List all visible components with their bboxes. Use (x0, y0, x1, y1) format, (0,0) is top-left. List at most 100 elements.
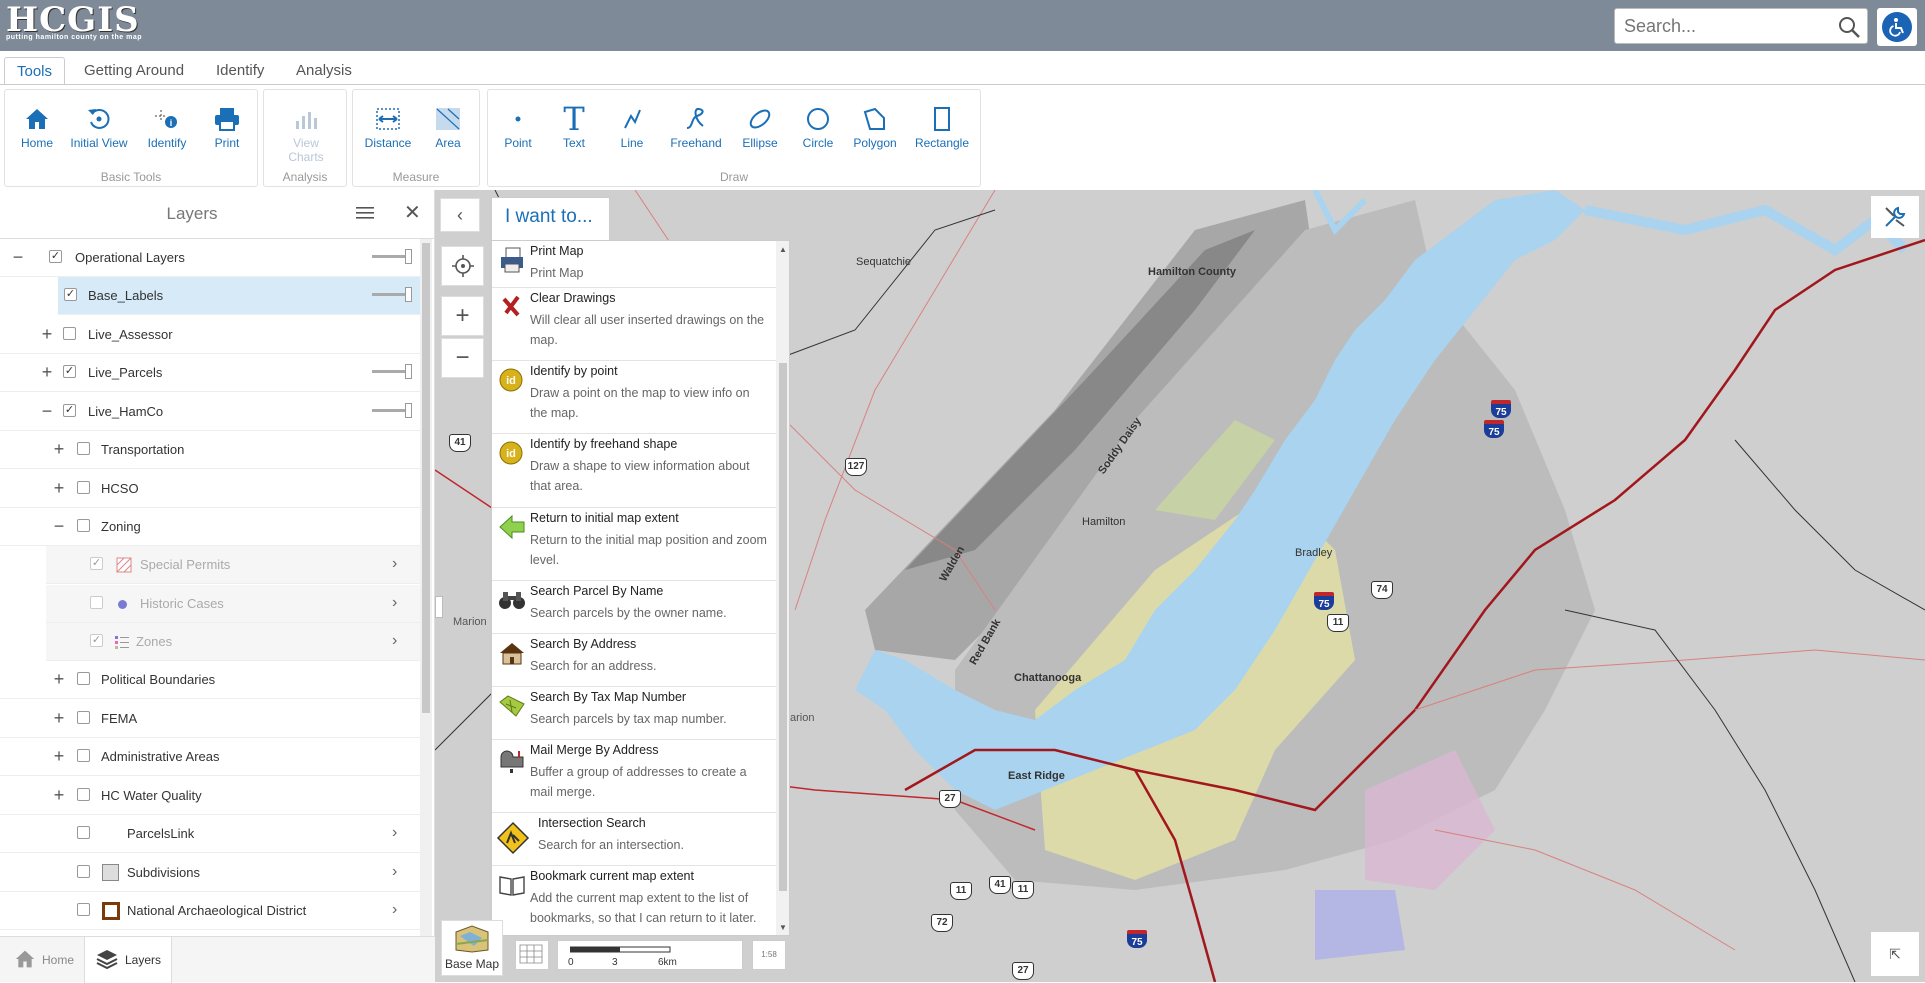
layer-checkbox[interactable]: ✓ (49, 250, 62, 263)
layer-row-operational-layers[interactable]: − ✓ Operational Layers (0, 239, 420, 277)
tab-identify[interactable]: Identify (204, 57, 276, 85)
expand-icon[interactable]: + (52, 670, 66, 688)
layer-checkbox[interactable] (77, 749, 90, 762)
zoom-out-button[interactable]: − (441, 338, 484, 378)
i-want-to-tab[interactable]: I want to... (491, 197, 610, 241)
layer-row-subdivisions[interactable]: Subdivisions › (0, 854, 420, 892)
map-tools-button[interactable] (1871, 196, 1919, 238)
accessibility-button[interactable] (1877, 8, 1917, 46)
layer-row-live-hamco[interactable]: − ✓ Live_HamCo (0, 393, 420, 431)
layer-row-transportation[interactable]: + Transportation (0, 431, 420, 469)
rectangle-tool[interactable]: Rectangle (912, 102, 972, 150)
polygon-tool[interactable]: Polygon (850, 102, 900, 150)
hcgis-logo[interactable]: HCGIS putting hamilton county on the map (6, 2, 142, 41)
layer-checkbox[interactable] (77, 788, 90, 801)
expand-icon[interactable]: + (40, 363, 54, 381)
iwant-item-return-extent[interactable]: Return to initial map extent Return to t… (492, 508, 776, 581)
opacity-slider-thumb[interactable] (405, 364, 412, 379)
iwant-item-mail-merge[interactable]: Mail Merge By Address Buffer a group of … (492, 740, 776, 813)
layer-checkbox[interactable] (77, 442, 90, 455)
scale-toggle-button[interactable] (515, 940, 549, 970)
zoom-in-button[interactable]: + (441, 296, 484, 336)
layer-row-special-permits[interactable]: ✓ Special Permits › (46, 546, 420, 584)
chevron-right-icon[interactable]: › (392, 863, 397, 881)
identify-tool[interactable]: i Identify (141, 102, 193, 150)
view-charts-tool[interactable]: View Charts (274, 102, 338, 164)
iwant-item-search-tax-map[interactable]: Search By Tax Map Number Search parcels … (492, 687, 776, 740)
basemap-button[interactable]: Base Map (441, 920, 503, 976)
panel-resize-handle[interactable] (435, 596, 443, 618)
search-input[interactable] (1615, 9, 1825, 43)
iwant-scrollbar-thumb[interactable] (779, 363, 787, 891)
opacity-slider[interactable] (372, 364, 412, 379)
layer-row-national-archaeological-district[interactable]: National Archaeological District › (0, 892, 420, 930)
layer-row-hcso[interactable]: + HCSO (0, 470, 420, 508)
layer-checkbox[interactable] (77, 826, 90, 839)
collapse-panel-button[interactable]: ‹ (440, 198, 480, 232)
scale-ratio-box[interactable]: 1:58 (752, 940, 786, 970)
layer-row-hc-water-quality[interactable]: + HC Water Quality (0, 777, 420, 815)
text-tool[interactable]: T Text (554, 100, 594, 150)
collapse-icon[interactable]: − (11, 248, 25, 266)
layer-checkbox[interactable] (77, 481, 90, 494)
layer-checkbox[interactable]: ✓ (90, 634, 103, 647)
opacity-slider[interactable] (372, 249, 412, 264)
layer-row-live-assessor[interactable]: + Live_Assessor (0, 316, 420, 354)
home-tool[interactable]: Home (15, 102, 59, 150)
scroll-down-icon[interactable]: ▼ (779, 923, 787, 932)
search-icon[interactable] (1837, 15, 1861, 39)
layers-scrollbar[interactable] (420, 239, 432, 936)
iwant-item-clear-drawings[interactable]: Clear Drawings Will clear all user inser… (492, 288, 776, 361)
layer-checkbox[interactable]: ✓ (63, 365, 76, 378)
expand-map-button[interactable]: ⇱ (1871, 932, 1919, 976)
layer-checkbox[interactable]: ✓ (64, 288, 77, 301)
opacity-slider-thumb[interactable] (405, 403, 412, 418)
opacity-slider[interactable] (372, 287, 412, 302)
iwant-item-bookmark[interactable]: Bookmark current map extent Add the curr… (492, 866, 776, 935)
expand-icon[interactable]: + (52, 709, 66, 727)
iwant-item-print-map[interactable]: Print Map Print Map (492, 241, 776, 288)
circle-tool[interactable]: Circle (796, 102, 840, 150)
layer-checkbox[interactable] (77, 519, 90, 532)
layer-row-zoning[interactable]: − Zoning (0, 508, 420, 546)
expand-icon[interactable]: + (52, 440, 66, 458)
iwant-item-identify-freehand[interactable]: id Identify by freehand shape Draw a sha… (492, 434, 776, 508)
opacity-slider-thumb[interactable] (405, 287, 412, 302)
layer-checkbox[interactable] (77, 672, 90, 685)
iwant-item-search-parcel-name[interactable]: Search Parcel By Name Search parcels by … (492, 581, 776, 634)
layer-checkbox[interactable] (77, 711, 90, 724)
layer-row-zones[interactable]: ✓ Zones › (46, 623, 420, 661)
layer-checkbox[interactable] (77, 903, 90, 916)
tab-analysis[interactable]: Analysis (284, 57, 364, 85)
chevron-right-icon[interactable]: › (392, 632, 397, 650)
area-tool[interactable]: Area (423, 102, 473, 150)
line-tool[interactable]: Line (612, 102, 652, 150)
layer-checkbox[interactable] (90, 596, 103, 609)
locate-button[interactable] (441, 246, 484, 286)
layer-checkbox[interactable] (63, 327, 76, 340)
iwant-item-identify-point[interactable]: id Identify by point Draw a point on the… (492, 361, 776, 434)
chevron-right-icon[interactable]: › (392, 901, 397, 919)
chevron-right-icon[interactable]: › (392, 824, 397, 842)
tab-getting-around[interactable]: Getting Around (72, 57, 196, 85)
chevron-right-icon[interactable]: › (392, 555, 397, 573)
scroll-up-icon[interactable]: ▲ (779, 245, 787, 254)
iwant-item-search-address[interactable]: Search By Address Search for an address. (492, 634, 776, 687)
print-tool[interactable]: Print (207, 102, 247, 150)
collapse-icon[interactable]: − (52, 517, 66, 535)
layers-scrollbar-thumb[interactable] (422, 243, 430, 713)
layer-row-parcelslink[interactable]: ParcelsLink › (0, 815, 420, 853)
tab-tools[interactable]: Tools (4, 57, 66, 85)
collapse-icon[interactable]: − (40, 402, 54, 420)
freehand-tool[interactable]: Freehand (666, 102, 726, 150)
layers-close-icon[interactable]: ✕ (404, 200, 421, 225)
iwant-item-intersection-search[interactable]: Intersection Search Search for an inters… (492, 813, 776, 866)
bottom-tab-home[interactable]: Home (4, 937, 84, 983)
initial-view-tool[interactable]: Initial View (67, 102, 131, 150)
layer-row-fema[interactable]: + FEMA (0, 700, 420, 738)
layer-checkbox[interactable]: ✓ (90, 557, 103, 570)
opacity-slider[interactable] (372, 403, 412, 418)
opacity-slider-thumb[interactable] (405, 249, 412, 264)
layer-checkbox[interactable] (77, 865, 90, 878)
ellipse-tool[interactable]: Ellipse (738, 102, 782, 150)
